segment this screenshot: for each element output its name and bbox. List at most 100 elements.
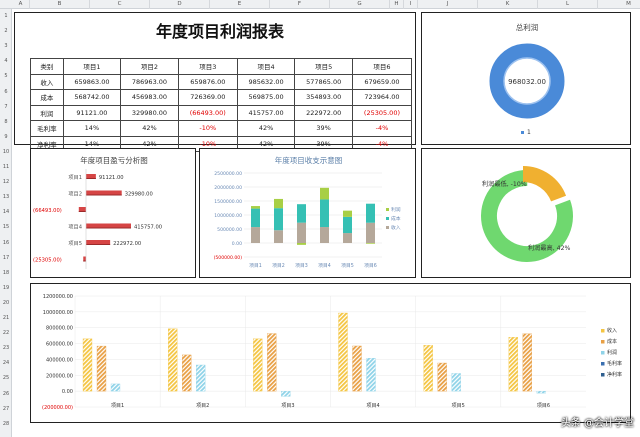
row-header-19[interactable]: 19 — [0, 285, 12, 291]
table-cell[interactable]: 39% — [294, 120, 353, 137]
legend-swatch — [386, 217, 389, 220]
grouped-bar — [253, 338, 263, 392]
column-header-d[interactable]: D — [150, 0, 210, 9]
column-header-f[interactable]: F — [270, 0, 330, 9]
column-header-k[interactable]: K — [478, 0, 538, 9]
row-header-26[interactable]: 26 — [0, 391, 12, 397]
table-cell[interactable]: 569875.00 — [236, 89, 296, 106]
profit-value-label: 91121.00 — [99, 175, 124, 181]
row-header-23[interactable]: 23 — [0, 345, 12, 351]
row-header-25[interactable]: 25 — [0, 375, 12, 381]
table-cell[interactable]: 329980.00 — [120, 104, 179, 121]
column-header-i[interactable]: I — [404, 0, 418, 9]
row-header-15[interactable]: 15 — [0, 224, 12, 230]
table-cell[interactable]: 42% — [120, 120, 179, 137]
row-header-27[interactable]: 27 — [0, 406, 12, 412]
report-title: 年度项目利润报表 — [155, 22, 284, 41]
table-cell[interactable]: 91121.00 — [62, 104, 122, 121]
row-header-5[interactable]: 5 — [0, 73, 12, 79]
table-cell[interactable]: 毛利率 — [30, 120, 64, 137]
column-header-b[interactable]: B — [30, 0, 90, 9]
table-cell[interactable]: 415757.00 — [236, 104, 296, 121]
row-header-28[interactable]: 28 — [0, 421, 12, 427]
row-header-3[interactable]: 3 — [0, 43, 12, 49]
row-header-24[interactable]: 24 — [0, 360, 12, 366]
profit-bar-shade — [86, 178, 96, 179]
stack-segment — [366, 243, 375, 244]
column-header-j[interactable]: J — [418, 0, 478, 9]
row-header-2[interactable]: 2 — [0, 28, 12, 34]
profit-value-label: 222972.00 — [113, 241, 141, 247]
row-header-10[interactable]: 10 — [0, 149, 12, 155]
row-header-17[interactable]: 17 — [0, 255, 12, 261]
table-cell[interactable]: 成本 — [30, 89, 64, 106]
row-header-7[interactable]: 7 — [0, 104, 12, 110]
table-cell[interactable]: 项目6 — [351, 58, 413, 75]
table-cell[interactable]: 利润 — [30, 104, 64, 121]
table-cell[interactable]: 659863.00 — [62, 73, 122, 90]
table-cell[interactable]: 14% — [62, 120, 122, 137]
legend-label: 净利率 — [607, 371, 622, 378]
column-header-m[interactable]: M — [598, 0, 640, 9]
margin-donut-chart: 利润最低, -10% 利润最高, 42% — [421, 148, 631, 278]
grouped-bar — [423, 345, 433, 392]
table-cell[interactable]: 726369.00 — [177, 89, 238, 106]
column-header-h[interactable]: H — [390, 0, 404, 9]
table-cell[interactable]: 收入 — [30, 73, 64, 90]
row-header-20[interactable]: 20 — [0, 300, 12, 306]
table-cell[interactable]: -4% — [351, 120, 413, 137]
table-cell[interactable]: 项目3 — [177, 58, 238, 75]
row-header-14[interactable]: 14 — [0, 209, 12, 215]
table-cell[interactable]: 354893.00 — [294, 89, 353, 106]
legend-swatch — [601, 340, 605, 344]
table-cell[interactable]: 项目1 — [62, 58, 122, 75]
column-header-a[interactable]: A — [12, 0, 30, 9]
row-header-9[interactable]: 9 — [0, 134, 12, 140]
column-header-l[interactable]: L — [538, 0, 598, 9]
grouped-bar — [366, 358, 376, 392]
table-cell[interactable]: (25305.00) — [351, 104, 413, 121]
legend-label: 成本 — [607, 338, 617, 345]
table-cell[interactable]: 786963.00 — [120, 73, 179, 90]
table-cell[interactable]: 项目4 — [236, 58, 296, 75]
stack-segment — [297, 222, 306, 243]
row-header-1[interactable]: 1 — [0, 13, 12, 19]
total-profit-chart: 总利润 968032.00 1 — [421, 12, 631, 145]
row-header-bar: 1 2 3 4 5 6 7 8 9 10 11 12 13 14 15 16 17 18 19 20 21 22 23 24 2… — [0, 9, 12, 437]
table-cell[interactable]: 222972.00 — [294, 104, 353, 121]
row-header-13[interactable]: 13 — [0, 194, 12, 200]
row-header-16[interactable]: 16 — [0, 240, 12, 246]
table-row: 收入 659863.00 786963.00 659876.00 985632.00 57… — [30, 73, 413, 90]
table-cell[interactable]: 456983.00 — [120, 89, 179, 106]
table-cell[interactable]: 577865.00 — [294, 73, 353, 90]
x-tick-label: 项目5 — [452, 403, 465, 409]
table-cell[interactable]: (66493.00) — [177, 104, 238, 121]
row-header-12[interactable]: 12 — [0, 179, 12, 185]
row-header-11[interactable]: 11 — [0, 164, 12, 170]
row-header-8[interactable]: 8 — [0, 119, 12, 125]
row-header-22[interactable]: 22 — [0, 330, 12, 336]
table-row: 利润 91121.00 329980.00 (66493.00) 415757.00 22… — [30, 104, 413, 121]
table-cell[interactable]: 项目2 — [120, 58, 179, 75]
table-cell[interactable]: 568742.00 — [62, 89, 122, 106]
table-cell[interactable]: -10% — [177, 120, 238, 137]
column-header-g[interactable]: G — [330, 0, 390, 9]
table-cell[interactable]: 723964.00 — [351, 89, 413, 106]
row-header-21[interactable]: 21 — [0, 315, 12, 321]
row-header-4[interactable]: 4 — [0, 58, 12, 64]
x-tick-label: 项目6 — [537, 403, 550, 409]
table-cell[interactable]: 42% — [236, 120, 296, 137]
income-expense-stacked: 2500000.00 2000000.00 1500000.00 1000000.00… — [214, 171, 401, 269]
table-header-row: 类别 项目1 项目2 项目3 项目4 项目5 项目6 — [30, 58, 413, 75]
table-cell[interactable]: 985632.00 — [236, 73, 296, 90]
row-header-6[interactable]: 6 — [0, 89, 12, 95]
table-cell[interactable]: 679659.00 — [351, 73, 413, 90]
table-cell[interactable]: 项目5 — [294, 58, 353, 75]
x-tick-label: 项目3 — [281, 403, 294, 409]
column-header-c[interactable]: C — [90, 0, 150, 9]
profit-value-label: 329980.00 — [125, 192, 153, 198]
row-header-18[interactable]: 18 — [0, 270, 12, 276]
table-cell[interactable]: 659876.00 — [177, 73, 238, 90]
column-header-e[interactable]: E — [210, 0, 270, 9]
table-cell[interactable]: 类别 — [30, 58, 64, 75]
